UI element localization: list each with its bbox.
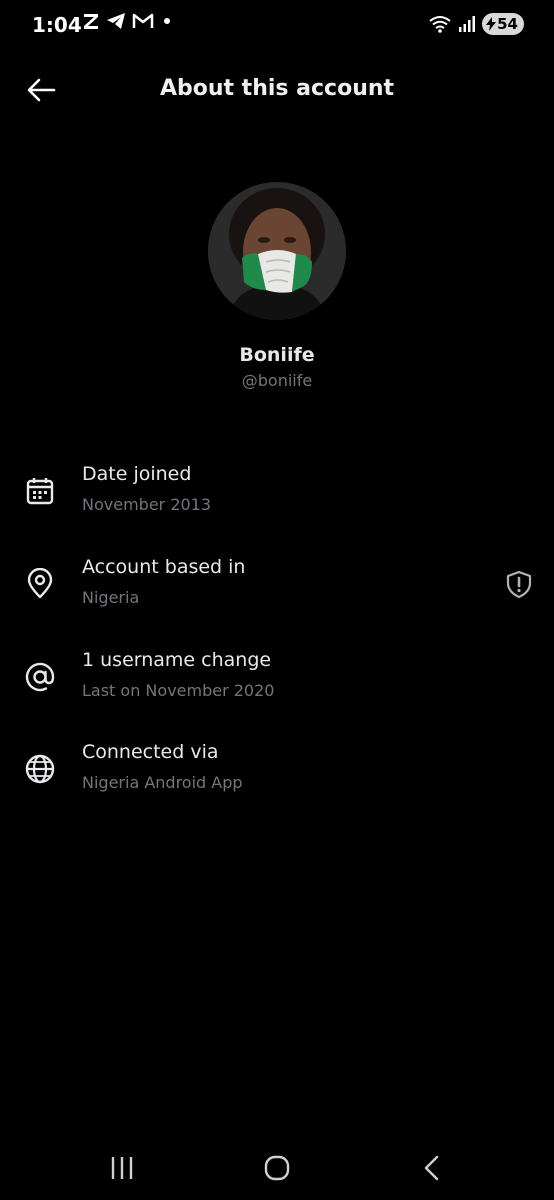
home-icon xyxy=(264,1155,290,1181)
shield-alert-icon[interactable] xyxy=(504,569,534,599)
wifi-icon xyxy=(429,16,451,33)
info-row-date-joined: Date joined November 2013 xyxy=(0,463,554,533)
avatar-image xyxy=(208,182,346,320)
back-icon xyxy=(424,1155,439,1181)
info-subtitle: Nigeria Android App xyxy=(82,773,243,792)
info-title: 1 username change xyxy=(82,649,272,671)
recent-apps-icon xyxy=(111,1157,133,1179)
globe-icon xyxy=(25,754,55,784)
status-notification-icons xyxy=(82,12,170,30)
status-bar: 1:04 54 xyxy=(0,0,554,52)
info-row-username-change: 1 username change Last on November 2020 xyxy=(0,649,554,719)
info-row-account-based-in: Account based in Nigeria xyxy=(0,556,554,626)
username-handle: @boniife xyxy=(241,371,313,390)
info-subtitle: Nigeria xyxy=(82,588,140,607)
telegram-icon xyxy=(107,13,125,29)
notification-dot xyxy=(164,18,170,24)
info-subtitle: November 2013 xyxy=(82,495,212,514)
calendar-icon xyxy=(26,478,54,505)
system-nav-bar xyxy=(0,1140,554,1200)
info-row-connected-via: Connected via Nigeria Android App xyxy=(0,741,554,811)
info-subtitle: Last on November 2020 xyxy=(82,681,275,700)
charging-bolt-icon xyxy=(486,17,497,31)
status-time: 1:04 xyxy=(32,13,82,37)
recent-apps-button[interactable] xyxy=(102,1152,142,1184)
info-title: Account based in xyxy=(82,556,246,578)
at-sign-icon xyxy=(25,662,55,692)
z-app-icon xyxy=(84,14,98,29)
status-system-icons: 54 xyxy=(428,13,524,35)
display-name: Boniife xyxy=(239,344,315,366)
battery-level: 54 xyxy=(497,15,518,33)
header: About this account xyxy=(0,60,554,120)
page-title: About this account xyxy=(159,76,395,101)
battery-indicator: 54 xyxy=(482,13,524,35)
home-button[interactable] xyxy=(257,1152,297,1184)
gmail-icon xyxy=(132,13,154,28)
avatar[interactable] xyxy=(208,182,346,320)
signal-icon xyxy=(459,16,476,32)
nav-back-button[interactable] xyxy=(412,1152,452,1184)
info-title: Date joined xyxy=(82,463,192,485)
location-pin-icon xyxy=(27,568,53,599)
info-title: Connected via xyxy=(82,741,219,763)
